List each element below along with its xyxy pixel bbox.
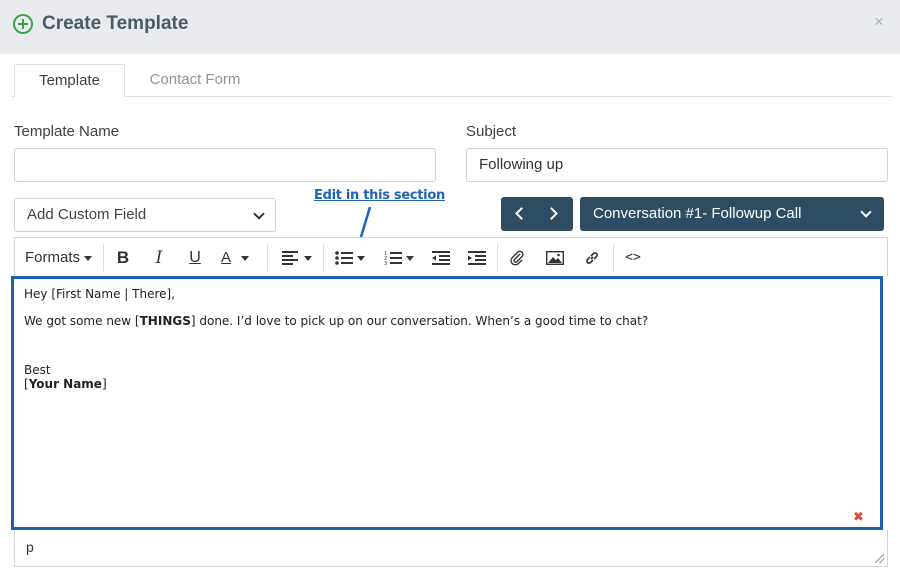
attachment-icon[interactable] xyxy=(505,246,529,270)
toolbar-divider xyxy=(613,244,614,272)
bullet-list-button[interactable] xyxy=(331,246,369,270)
text-color-button[interactable]: A xyxy=(221,246,261,270)
editor-line: [Your Name] xyxy=(24,377,107,391)
caret-down-icon xyxy=(241,255,250,261)
bullet-list-icon xyxy=(335,251,353,265)
template-name-label: Template Name xyxy=(14,123,120,140)
next-button[interactable] xyxy=(545,207,558,220)
tab-bar: Template Contact Form xyxy=(12,64,892,97)
conversation-select-label: Conversation #1- Followup Call xyxy=(593,205,802,222)
toolbar-divider xyxy=(267,244,268,272)
formats-dropdown[interactable]: Formats xyxy=(25,246,93,270)
image-icon[interactable] xyxy=(543,246,567,270)
custom-field-select-label: Add Custom Field xyxy=(27,206,147,223)
tab-contact-form[interactable]: Contact Form xyxy=(140,64,250,97)
toolbar-divider xyxy=(497,244,498,272)
align-left-icon xyxy=(282,251,298,266)
toolbar-divider xyxy=(323,244,324,272)
chevron-down-icon xyxy=(860,206,872,218)
editor-line: Best xyxy=(24,363,51,377)
prev-button[interactable] xyxy=(515,207,528,220)
tab-template[interactable]: Template xyxy=(14,64,125,97)
plus-circle-icon xyxy=(13,14,33,34)
custom-field-select[interactable]: Add Custom Field xyxy=(14,198,276,232)
editor-toolbar: Formats B I U A 1 2 3 <> xyxy=(14,237,888,277)
toolbar-divider xyxy=(103,244,104,272)
template-name-input[interactable] xyxy=(14,148,436,182)
subject-label: Subject xyxy=(466,123,517,140)
caret-down-icon xyxy=(357,255,365,261)
text-color-icon: A xyxy=(221,249,232,266)
modal-title: Create Template xyxy=(42,13,189,34)
prev-next-buttons xyxy=(501,197,573,231)
conversation-select[interactable]: Conversation #1- Followup Call xyxy=(580,197,884,231)
element-path: p xyxy=(26,539,34,555)
editor-line: Hey [First Name | There], xyxy=(24,287,176,301)
indent-icon[interactable] xyxy=(465,246,489,270)
red-x-icon[interactable]: ✖ xyxy=(853,510,864,525)
link-icon[interactable] xyxy=(580,246,604,270)
formats-label: Formats xyxy=(25,249,81,266)
close-icon[interactable]: × xyxy=(874,12,884,32)
underline-icon[interactable]: U xyxy=(185,246,205,270)
numbered-list-icon: 1 2 3 xyxy=(384,251,402,267)
modal-header: Create Template × xyxy=(0,0,900,54)
editor-line: We got some new [THINGS] done. I’d love … xyxy=(24,314,649,328)
bold-icon[interactable]: B xyxy=(113,246,133,270)
source-code-icon[interactable]: <> xyxy=(621,246,645,270)
template-body-editor[interactable]: Hey [First Name | There], We got some ne… xyxy=(11,276,883,530)
align-button[interactable] xyxy=(277,246,317,270)
svg-text:3: 3 xyxy=(384,261,387,266)
numbered-list-button[interactable]: 1 2 3 xyxy=(379,246,419,270)
outdent-icon[interactable] xyxy=(429,246,453,270)
chevron-down-icon xyxy=(253,208,265,220)
caret-down-icon xyxy=(304,255,312,261)
caret-down-icon xyxy=(406,255,414,261)
caret-down-icon xyxy=(84,255,93,261)
italic-icon[interactable]: I xyxy=(149,246,169,270)
subject-input[interactable]: Following up xyxy=(466,148,888,182)
annotation-label: Edit in this section xyxy=(314,188,445,203)
editor-statusbar: p xyxy=(14,530,888,567)
resize-handle-icon[interactable] xyxy=(875,554,884,563)
